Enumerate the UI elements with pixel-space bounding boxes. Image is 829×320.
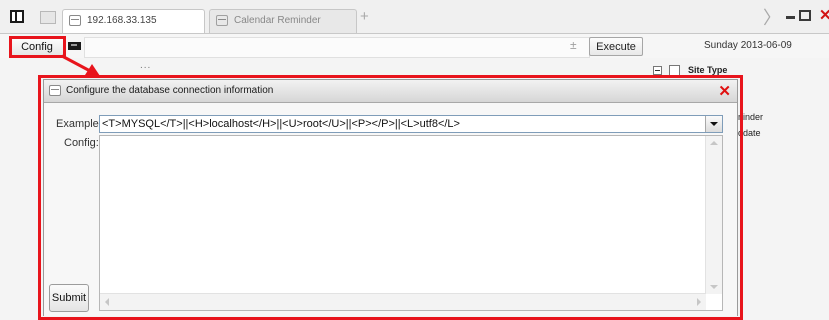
annotation-arrow: [61, 54, 100, 76]
arrow-line: [61, 54, 93, 74]
